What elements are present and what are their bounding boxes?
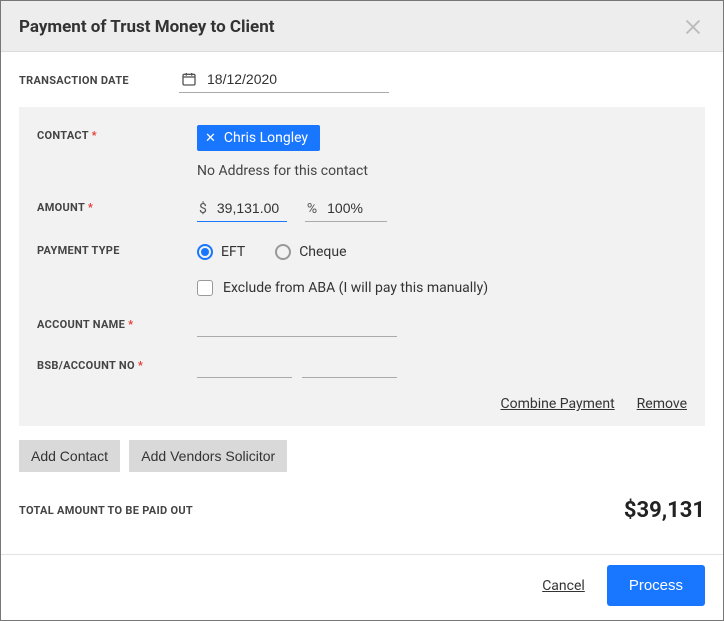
amount-label: AMOUNT *: [37, 197, 197, 214]
required-asterisk: *: [138, 359, 143, 372]
contact-area: ✕ Chris Longley No Address for this cont…: [197, 125, 368, 179]
radio-icon: [275, 244, 291, 260]
transaction-date-label: TRANSACTION DATE: [19, 74, 179, 87]
contact-label-text: CONTACT: [37, 129, 89, 142]
transaction-date-row: TRANSACTION DATE: [19, 68, 705, 93]
amount-group: $ %: [197, 197, 387, 222]
payment-panel: CONTACT * ✕ Chris Longley No Address for…: [19, 107, 705, 426]
transaction-date-input[interactable]: [205, 70, 365, 88]
payment-modal: Payment of Trust Money to Client TRANSAC…: [0, 0, 724, 621]
amount-row: AMOUNT * $ %: [37, 197, 687, 222]
checkbox-icon[interactable]: [197, 280, 213, 296]
calendar-icon: [181, 71, 197, 87]
bsb-label: BSB/ACCOUNT NO *: [37, 355, 197, 372]
account-name-label: ACCOUNT NAME *: [37, 314, 197, 331]
combine-payment-link[interactable]: Combine Payment: [500, 396, 614, 412]
panel-links: Combine Payment Remove: [37, 396, 687, 412]
percent-input[interactable]: [325, 199, 385, 217]
close-button[interactable]: [681, 15, 705, 39]
required-asterisk: *: [88, 201, 93, 214]
total-row: TOTAL AMOUNT TO BE PAID OUT $39,131: [19, 496, 705, 525]
percent-symbol: %: [307, 201, 317, 217]
close-icon: [682, 16, 704, 38]
contact-address-note: No Address for this contact: [197, 163, 368, 179]
bsb-row: BSB/ACCOUNT NO *: [37, 355, 687, 378]
add-contact-button[interactable]: Add Contact: [19, 440, 120, 472]
spacer: [37, 278, 197, 282]
modal-body: TRANSACTION DATE CONTACT * ✕: [1, 52, 723, 554]
payment-type-group: EFT Cheque: [197, 240, 347, 260]
contact-label: CONTACT *: [37, 125, 197, 142]
payment-type-cheque-label: Cheque: [299, 244, 346, 260]
cancel-button[interactable]: Cancel: [542, 578, 585, 594]
account-name-row: ACCOUNT NAME *: [37, 314, 687, 337]
modal-title: Payment of Trust Money to Client: [19, 17, 275, 37]
transaction-date-field[interactable]: [179, 68, 389, 93]
account-name-label-text: ACCOUNT NAME: [37, 318, 125, 331]
add-buttons-row: Add Contact Add Vendors Solicitor: [19, 440, 705, 472]
payment-type-eft[interactable]: EFT: [197, 244, 245, 260]
modal-footer: Cancel Process: [1, 554, 723, 620]
process-button[interactable]: Process: [607, 565, 705, 606]
payment-type-row: PAYMENT TYPE EFT Cheque: [37, 240, 687, 260]
total-value: $39,131: [624, 498, 705, 523]
payment-type-label: PAYMENT TYPE: [37, 240, 197, 257]
contact-chip[interactable]: ✕ Chris Longley: [197, 125, 320, 151]
amount-field: $: [197, 197, 287, 222]
amount-label-text: AMOUNT: [37, 201, 85, 214]
bsb-label-text: BSB/ACCOUNT NO: [37, 359, 135, 372]
percent-field: %: [305, 197, 387, 222]
chip-remove-icon[interactable]: ✕: [205, 132, 216, 145]
exclude-aba-option[interactable]: Exclude from ABA (I will pay this manual…: [197, 278, 488, 296]
required-asterisk: *: [128, 318, 133, 331]
modal-header: Payment of Trust Money to Client: [1, 1, 723, 52]
account-name-input[interactable]: [197, 314, 397, 337]
add-vendors-solicitor-button[interactable]: Add Vendors Solicitor: [129, 440, 287, 472]
radio-icon: [197, 244, 213, 260]
bsb-input[interactable]: [197, 355, 292, 378]
contact-row: CONTACT * ✕ Chris Longley No Address for…: [37, 125, 687, 179]
total-label: TOTAL AMOUNT TO BE PAID OUT: [19, 504, 193, 517]
amount-input[interactable]: [215, 199, 285, 217]
payment-type-eft-label: EFT: [221, 244, 245, 260]
remove-link[interactable]: Remove: [637, 396, 687, 412]
required-asterisk: *: [92, 129, 97, 142]
exclude-row: Exclude from ABA (I will pay this manual…: [37, 278, 687, 296]
exclude-aba-label: Exclude from ABA (I will pay this manual…: [223, 280, 488, 296]
currency-symbol: $: [199, 201, 207, 217]
bsb-inputs: [197, 355, 397, 378]
payment-type-cheque[interactable]: Cheque: [275, 244, 346, 260]
account-no-input[interactable]: [302, 355, 397, 378]
contact-chip-name: Chris Longley: [224, 130, 308, 146]
